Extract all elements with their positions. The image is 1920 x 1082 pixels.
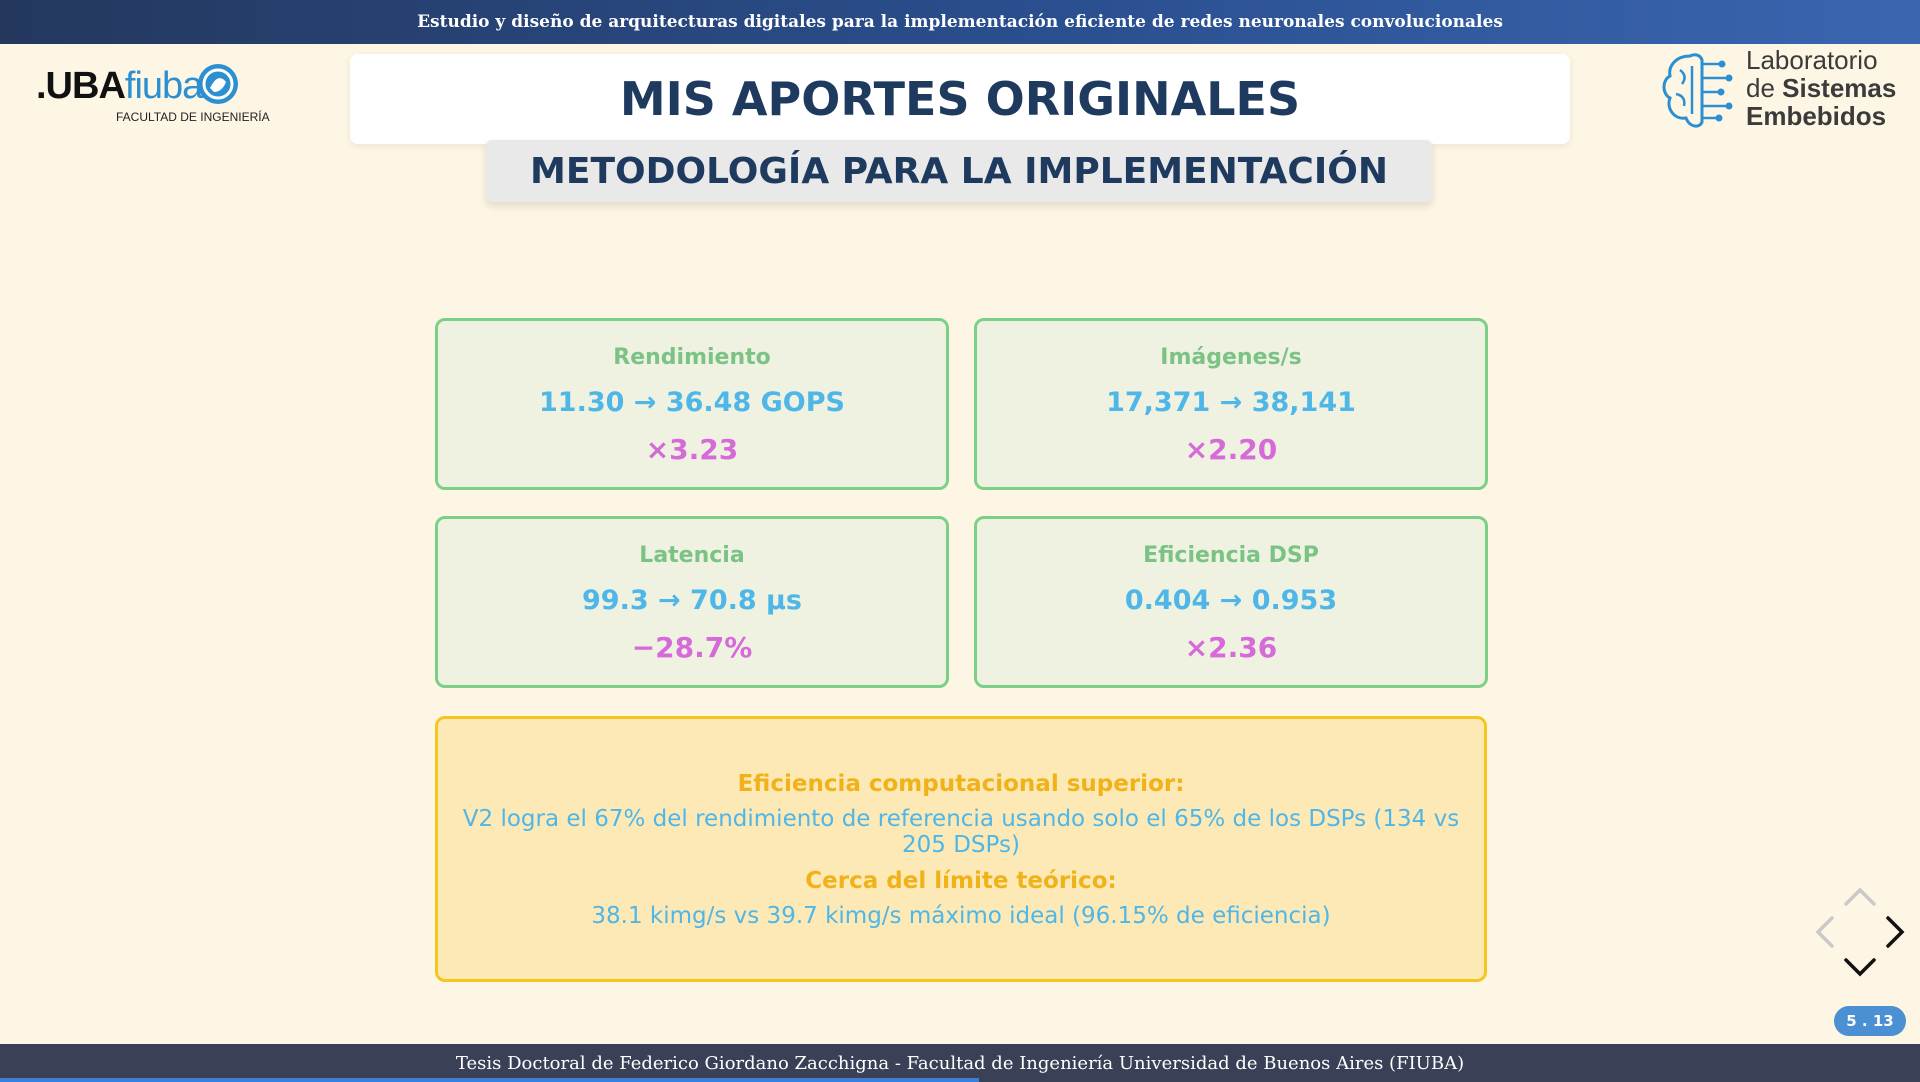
- metric-label: Rendimiento: [613, 345, 771, 370]
- header-bar: Estudio y diseño de arquitecturas digita…: [0, 0, 1920, 44]
- metric-card-rendimiento: Rendimiento 11.30 → 36.48 GOPS ×3.23: [435, 318, 949, 490]
- slide-subtitle: METODOLOGÍA PARA LA IMPLEMENTACIÓN: [530, 150, 1388, 192]
- uba-wordmark: .UBAfiuba: [36, 65, 203, 107]
- footer-bar: Tesis Doctoral de Federico Giordano Zacc…: [0, 1044, 1920, 1082]
- metric-factor: −28.7%: [631, 631, 753, 664]
- highlight-text-1: V2 logra el 67% del rendimiento de refer…: [462, 806, 1460, 858]
- metric-factor: ×3.23: [645, 433, 739, 466]
- highlight-text-2: 38.1 kimg/s vs 39.7 kimg/s máximo ideal …: [591, 903, 1331, 929]
- lab-sistemas-embebidos-logo: Laboratorio de Sistemas Embebidos: [1660, 46, 1900, 136]
- metric-card-imagenes: Imágenes/s 17,371 → 38,141 ×2.20: [974, 318, 1488, 490]
- metric-factor: ×2.20: [1184, 433, 1278, 466]
- fiuba-emblem-icon: [198, 64, 238, 104]
- brain-circuit-icon: [1662, 53, 1733, 128]
- metric-card-eficiencia-dsp: Eficiencia DSP 0.404 → 0.953 ×2.36: [974, 516, 1488, 688]
- metric-value: 17,371 → 38,141: [1106, 387, 1356, 418]
- slide-title: MIS APORTES ORIGINALES: [619, 72, 1301, 126]
- highlight-title-1: Eficiencia computacional superior:: [737, 771, 1185, 797]
- nav-left-icon[interactable]: [1812, 914, 1838, 950]
- metric-value: 99.3 → 70.8 μs: [582, 585, 802, 616]
- nav-right-icon[interactable]: [1882, 914, 1908, 950]
- lab-name: Laboratorio de Sistemas Embebidos: [1746, 45, 1897, 131]
- presentation-title: Estudio y diseño de arquitecturas digita…: [417, 12, 1503, 32]
- metric-value: 11.30 → 36.48 GOPS: [539, 387, 845, 418]
- metric-value: 0.404 → 0.953: [1124, 585, 1338, 616]
- slide-navigation: [1812, 882, 1908, 982]
- nav-up-icon[interactable]: [1842, 884, 1878, 908]
- footer-text: Tesis Doctoral de Federico Giordano Zacc…: [455, 1052, 1465, 1074]
- metric-card-latencia: Latencia 99.3 → 70.8 μs −28.7%: [435, 516, 949, 688]
- highlight-box: Eficiencia computacional superior: V2 lo…: [435, 716, 1487, 982]
- metric-label: Eficiencia DSP: [1143, 543, 1319, 568]
- uba-subtitle: FACULTAD DE INGENIERÍA: [116, 110, 270, 124]
- highlight-title-2: Cerca del límite teórico:: [805, 868, 1117, 894]
- metric-label: Imágenes/s: [1160, 345, 1302, 370]
- metric-factor: ×2.36: [1184, 631, 1278, 664]
- nav-down-icon[interactable]: [1842, 954, 1878, 980]
- slide-counter: 5 . 13: [1834, 1006, 1906, 1036]
- slide-title-card: MIS APORTES ORIGINALES: [350, 54, 1570, 144]
- metric-label: Latencia: [639, 543, 745, 568]
- uba-fiuba-logo: .UBAfiuba FACULTAD DE INGENIERÍA: [36, 60, 270, 130]
- presentation-progress-bar: [0, 1078, 980, 1082]
- slide-subtitle-card: METODOLOGÍA PARA LA IMPLEMENTACIÓN: [486, 140, 1432, 202]
